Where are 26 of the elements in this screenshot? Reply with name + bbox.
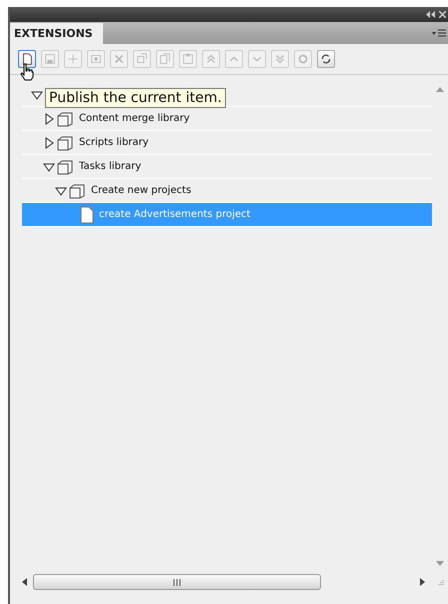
- collapse-icon[interactable]: [426, 11, 435, 18]
- tree-row[interactable]: Scripts library: [22, 131, 432, 155]
- expanded-triangle-icon[interactable]: [55, 184, 67, 196]
- scroll-up-icon[interactable]: [436, 87, 444, 92]
- tree-item-label: Content merge library: [79, 113, 190, 124]
- collapsed-triangle-icon[interactable]: [43, 136, 55, 148]
- expanded-triangle-icon[interactable]: [43, 160, 55, 172]
- extensions-tab[interactable]: EXTENSIONS: [10, 23, 103, 44]
- tree-item-label: create Advertisements project: [99, 209, 250, 220]
- tooltip: Publish the current item.: [45, 88, 226, 108]
- refresh-icon[interactable]: [317, 50, 335, 68]
- expanded-triangle-icon[interactable]: [31, 88, 43, 100]
- page-icon[interactable]: [18, 50, 36, 68]
- scroll-left-icon[interactable]: [22, 578, 27, 586]
- resize-grip-icon[interactable]: [437, 578, 444, 586]
- tree-row[interactable]: Tasks library: [22, 155, 432, 179]
- scroll-right-icon[interactable]: [420, 578, 425, 586]
- collapsed-triangle-icon[interactable]: [43, 112, 55, 124]
- scrollbar-thumb[interactable]: [33, 574, 321, 590]
- menu-icon[interactable]: [432, 28, 446, 38]
- scroll-down-icon[interactable]: [436, 561, 444, 566]
- tree-item-label: Tasks library: [79, 161, 142, 172]
- document-icon: [80, 206, 94, 224]
- tree-item-label: Create new projects: [91, 185, 192, 196]
- close-icon[interactable]: [439, 11, 446, 18]
- tree-item-label: Scripts library: [79, 137, 149, 148]
